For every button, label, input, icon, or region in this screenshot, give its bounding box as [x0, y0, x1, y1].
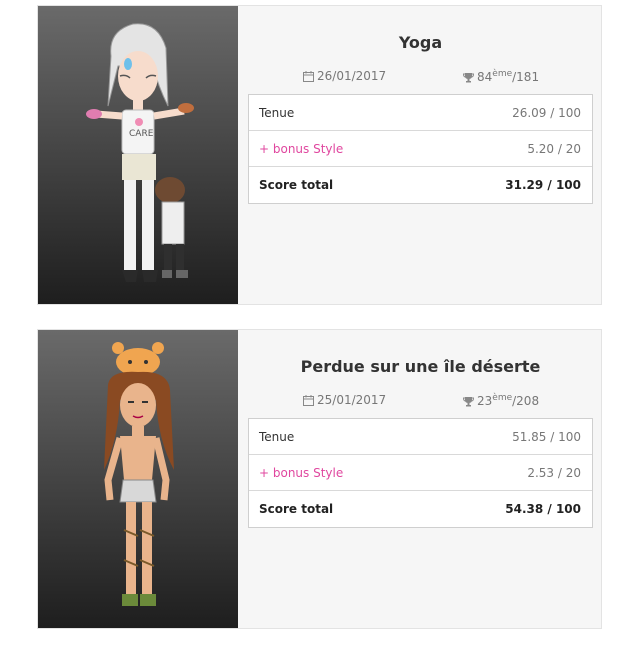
score-value: 5.20 / 20: [527, 142, 581, 156]
result-card: CARE Yoga 26/01/2017 84ème/181 Tenue 26.…: [37, 5, 602, 305]
score-row-total: Score total 54.38 / 100: [249, 491, 592, 527]
contest-date: 26/01/2017: [303, 69, 386, 83]
trophy-icon: [462, 73, 475, 83]
rank-suffix: ème: [492, 393, 513, 403]
rank-total: /208: [512, 394, 540, 408]
score-label: Tenue: [259, 106, 295, 120]
contest-title: Yoga: [398, 33, 443, 52]
contest-meta: 26/01/2017 84ème/181: [248, 69, 593, 85]
score-value: 2.53 / 20: [527, 466, 581, 480]
avatar-image[interactable]: [38, 330, 238, 628]
score-label: Score total: [259, 502, 334, 516]
score-row-tenue: Tenue 26.09 / 100: [249, 95, 592, 131]
score-row-bonus: + bonus Style 2.53 / 20: [249, 455, 592, 491]
score-label: Score total: [259, 178, 334, 192]
score-label: Tenue: [259, 430, 295, 444]
contest-rank: 84ème/181: [462, 69, 540, 84]
avatar-image[interactable]: CARE: [38, 6, 238, 304]
score-row-total: Score total 31.29 / 100: [249, 167, 592, 203]
result-info: Perdue sur une île déserte 25/01/2017 23…: [248, 330, 593, 628]
score-value: 26.09 / 100: [512, 106, 581, 120]
score-row-bonus: + bonus Style 5.20 / 20: [249, 131, 592, 167]
calendar-icon: [303, 395, 314, 406]
contest-title: Perdue sur une île déserte: [300, 357, 541, 376]
rank-suffix: ème: [492, 69, 513, 79]
date-value: 26/01/2017: [317, 69, 387, 83]
contest-rank: 23ème/208: [462, 393, 540, 408]
score-value: 31.29 / 100: [505, 178, 581, 192]
rank-value: 84: [477, 70, 493, 84]
score-table: Tenue 51.85 / 100 + bonus Style 2.53 / 2…: [248, 418, 593, 528]
contest-meta: 25/01/2017 23ème/208: [248, 393, 593, 409]
rank-value: 23: [477, 394, 493, 408]
rank-total: /181: [512, 70, 540, 84]
score-row-tenue: Tenue 51.85 / 100: [249, 419, 592, 455]
contest-date: 25/01/2017: [303, 393, 386, 407]
date-value: 25/01/2017: [317, 393, 387, 407]
result-card: Perdue sur une île déserte 25/01/2017 23…: [37, 329, 602, 629]
calendar-icon: [303, 71, 314, 82]
trophy-icon: [462, 397, 475, 407]
score-label: + bonus Style: [259, 142, 344, 156]
result-info: Yoga 26/01/2017 84ème/181 Tenue 26.09 / …: [248, 6, 593, 304]
score-label: + bonus Style: [259, 466, 344, 480]
score-table: Tenue 26.09 / 100 + bonus Style 5.20 / 2…: [248, 94, 593, 204]
score-value: 54.38 / 100: [505, 502, 581, 516]
svg-text:CARE: CARE: [129, 129, 154, 139]
score-value: 51.85 / 100: [512, 430, 581, 444]
